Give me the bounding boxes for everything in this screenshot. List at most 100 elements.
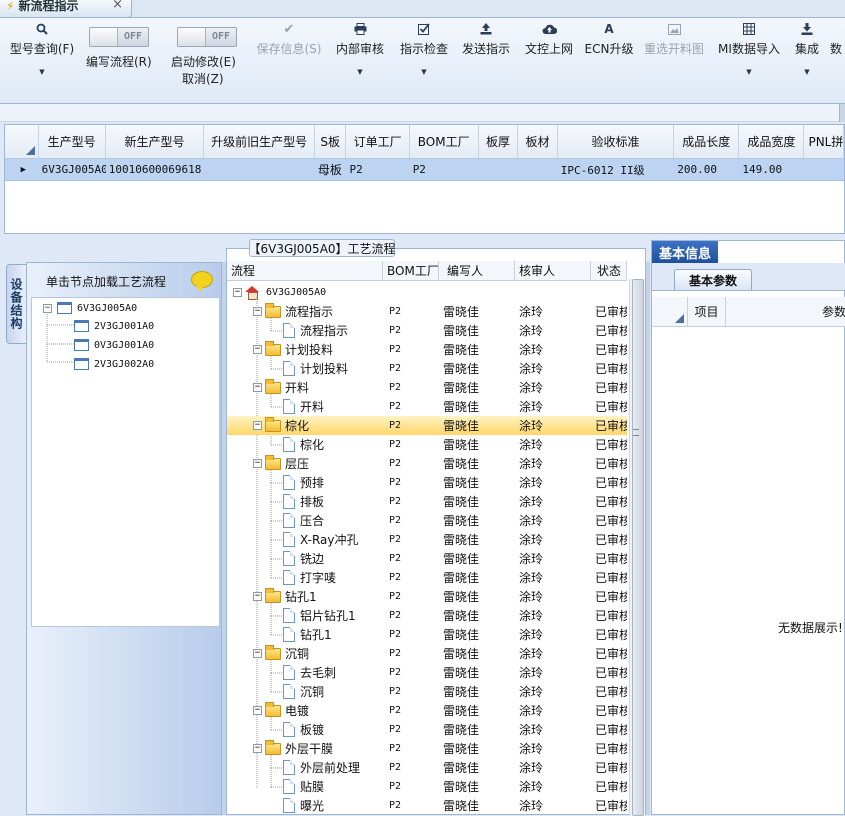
process-row[interactable]: − 钻孔1 P2 雷晓佳 涂玲 已审核 [227,587,627,606]
process-row[interactable]: 板镀 P2 雷晓佳 涂玲 已审核 [227,720,627,739]
process-row[interactable]: − 开料 P2 雷晓佳 涂玲 已审核 [227,378,627,397]
collapse-icon[interactable]: − [253,459,262,468]
reviewer-cell: 涂玲 [519,514,544,528]
model-query-button[interactable]: 型号查询(F) ▼ [6,18,78,100]
integrate-button[interactable]: 集成 ▼ [790,18,824,100]
grid-header-cell[interactable]: 验收标准 [558,125,675,158]
grid-corner[interactable] [5,125,39,158]
process-name: 流程指示 [285,305,334,319]
start-modify-toggle[interactable]: OFF [177,27,237,47]
process-row[interactable]: 贴膜 P2 雷晓佳 涂玲 已审核 [227,777,627,796]
collapse-handle[interactable] [839,104,845,122]
collapse-icon[interactable]: − [253,649,262,658]
grid-header-cell[interactable]: 板厚 [479,125,519,158]
start-modify-label[interactable]: 启动修改(E) [171,53,236,70]
grid-header-cell[interactable]: 升级前旧生产型号 [204,125,315,158]
process-row[interactable]: 计划投料 P2 雷晓佳 涂玲 已审核 [227,359,627,378]
process-row[interactable]: 压合 P2 雷晓佳 涂玲 已审核 [227,511,627,530]
process-row[interactable]: − 棕化 P2 雷晓佳 涂玲 已审核 [227,416,627,435]
process-row[interactable]: 去毛刺 P2 雷晓佳 涂玲 已审核 [227,663,627,682]
instruction-check-button[interactable]: 指示检查 ▼ [397,18,451,100]
table-row[interactable]: ▶ 6V3GJ005A0 10010600069618 母板 P2 P2 IPC… [5,159,844,181]
process-row[interactable]: 铣边 P2 雷晓佳 涂玲 已审核 [227,549,627,568]
grid-header-cell[interactable]: 成品宽度 [739,125,805,158]
process-row[interactable]: − 层压 P2 雷晓佳 涂玲 已审核 [227,454,627,473]
collapse-icon[interactable]: − [253,592,262,601]
grid-header-cell[interactable]: BOM工厂 [410,125,479,158]
collapse-icon[interactable]: − [253,345,262,354]
reselect-cutting-button[interactable]: 重选开料图 [642,18,706,100]
tab-basic-params[interactable]: 基本参数 [674,269,752,290]
grid-header-cell[interactable]: 订单工厂 [346,125,410,158]
vertical-tab-equipment[interactable]: 设备结构 [6,264,26,344]
tree-node[interactable]: 0V3GJ001A0 [74,336,154,354]
status-cell: 已审核 [595,381,627,395]
collapse-icon[interactable]: − [253,421,262,430]
process-name: 沉铜 [285,647,310,661]
grid-header-cell[interactable]: PNL拼 [804,125,844,158]
grid-header-cell[interactable]: S板 [315,125,347,158]
collapse-icon[interactable]: − [253,383,262,392]
process-header-cell[interactable]: BOM工厂 [383,261,439,280]
writer-cell: 雷晓佳 [443,419,480,433]
process-row[interactable]: 开料 P2 雷晓佳 涂玲 已审核 [227,397,627,416]
tree-node[interactable]: − 6V3GJ005A0 [43,299,137,317]
status-cell: 已审核 [595,723,627,737]
vertical-scrollbar[interactable] [629,279,645,816]
bom-factory-cell: P2 [389,382,402,393]
send-instruction-button[interactable]: 发送指示 [459,18,513,100]
process-row[interactable]: X-Ray冲孔 P2 雷晓佳 涂玲 已审核 [227,530,627,549]
process-row[interactable]: 外层前处理 P2 雷晓佳 涂玲 已审核 [227,758,627,777]
process-row[interactable]: 铝片钻孔1 P2 雷晓佳 涂玲 已审核 [227,606,627,625]
process-row[interactable]: 沉铜 P2 雷晓佳 涂玲 已审核 [227,682,627,701]
process-name: 贴膜 [300,780,325,794]
process-row[interactable]: − 计划投料 P2 雷晓佳 涂玲 已审核 [227,340,627,359]
collapse-icon[interactable]: − [253,706,262,715]
tab-basic-info[interactable]: 基本信息 [652,241,718,263]
collapse-icon[interactable]: − [43,303,52,313]
mi-import-button[interactable]: MI数据导入 ▼ [716,18,782,100]
params-header-cell[interactable]: 项目 [688,297,726,326]
process-row[interactable]: 曝光 P2 雷晓佳 涂玲 已审核 [227,796,627,815]
grid-header-cell[interactable]: 生产型号 [39,125,106,158]
close-icon[interactable]: × [112,0,123,12]
write-flow-toggle[interactable]: OFF [89,27,149,47]
process-header-cell[interactable]: 核审人 [515,261,591,280]
process-row[interactable]: − 外层干膜 P2 雷晓佳 涂玲 已审核 [227,739,627,758]
grid-header-cell[interactable]: 新生产型号 [106,125,205,158]
process-row[interactable]: − 沉铜 P2 雷晓佳 涂玲 已审核 [227,644,627,663]
grid-header-cell[interactable]: 成品长度 [674,125,740,158]
process-row[interactable]: 排板 P2 雷晓佳 涂玲 已审核 [227,492,627,511]
status-cell: 已审核 [595,647,627,661]
status-cell: 已审核 [595,514,627,528]
params-header-cell[interactable]: 参数 [726,297,845,326]
process-row[interactable]: 打字唛 P2 雷晓佳 涂玲 已审核 [227,568,627,587]
document-tab-strip: ⚡ 新流程指示 × [0,0,845,18]
process-row[interactable]: 预排 P2 雷晓佳 涂玲 已审核 [227,473,627,492]
process-row[interactable]: 流程指示 P2 雷晓佳 涂玲 已审核 [227,321,627,340]
write-flow-label[interactable]: 编写流程(R) [86,53,152,70]
process-row[interactable]: − 电镀 P2 雷晓佳 涂玲 已审核 [227,701,627,720]
tree-node[interactable]: 2V3GJ001A0 [74,317,154,335]
collapse-icon[interactable]: − [253,744,262,753]
internal-review-button[interactable]: 内部审核 ▼ [334,18,386,100]
process-root-row[interactable]: − 6V3GJ005A0 [227,283,627,302]
collapse-icon[interactable]: − [253,307,262,316]
grid-header-cell[interactable]: 板材 [518,125,558,158]
process-header-cell[interactable]: 状态 [591,261,627,280]
save-info-button[interactable]: ✔ 保存信息(S) [253,18,325,100]
status-cell: 已审核 [595,742,627,756]
download-icon [801,18,813,40]
tree-node[interactable]: 2V3GJ002A0 [74,355,154,373]
cancel-button[interactable]: 取消(Z) [182,70,224,87]
process-row[interactable]: 钻孔1 P2 雷晓佳 涂玲 已审核 [227,625,627,644]
process-row[interactable]: − 流程指示 P2 雷晓佳 涂玲 已审核 [227,302,627,321]
process-header-cell[interactable]: 编写人 [439,261,515,280]
empty-message: 无数据展示! [778,621,843,635]
upload-online-button[interactable]: 文控上网 [522,18,576,100]
document-tab[interactable]: ⚡ 新流程指示 × [0,0,132,18]
process-row[interactable]: 棕化 P2 雷晓佳 涂玲 已审核 [227,435,627,454]
ecn-upgrade-button[interactable]: A ECN升级 [584,18,634,100]
right-splitter[interactable] [646,262,650,815]
data-button[interactable]: 数 [830,18,845,100]
